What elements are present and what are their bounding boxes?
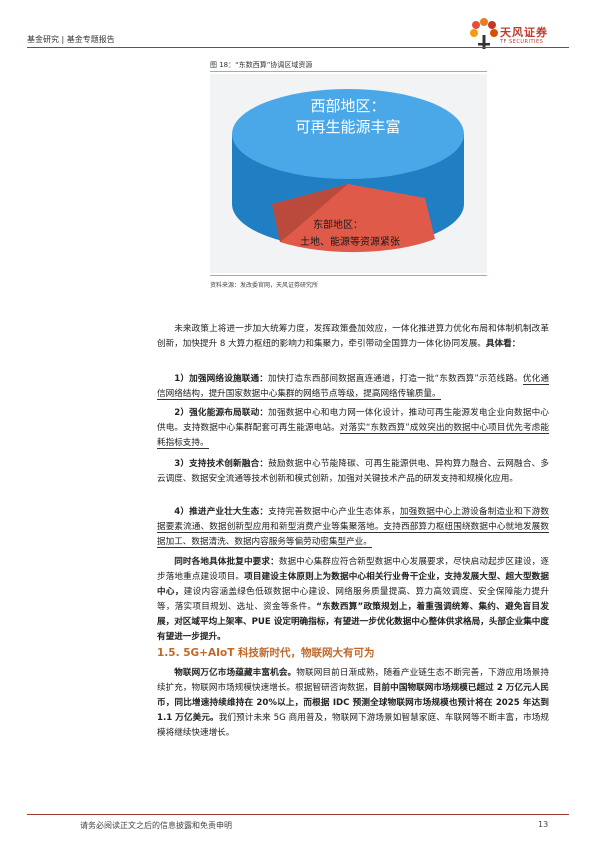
- item-energy-paragraph: 2）强化能源布局联动：加强数据中心和电力网一体化设计，推动可再生能源发电企业向数…: [157, 406, 549, 451]
- iot-paragraph: 物联网万亿市场蕴藏丰富机会。物联网目前日渐成熟，随着产业链生态不断完善，下游应用…: [157, 666, 549, 741]
- approval-title: 同时各地具体批复中要求：: [174, 557, 279, 567]
- logo-subtext: TF SECURITIES: [500, 39, 544, 45]
- east-label-line1: 东部地区：: [313, 218, 363, 231]
- figure-top-rule: [210, 71, 487, 72]
- figure-title: 图 18：“东数西算”协调区域资源: [210, 61, 313, 69]
- figure-bottom-rule: [210, 275, 487, 276]
- intro-paragraph: 未来政策上将进一步加大统筹力度，发挥政策叠加效应，一体化推进算力优化布局和体制机…: [157, 322, 549, 352]
- approval-paragraph: 同时各地具体批复中要求：数据中心集群应符合新型数据中心发展要求，尽快启动起步区建…: [157, 555, 549, 645]
- item-industry-paragraph: 4）推进产业壮大生态：支持完善数据中心产业生态体系，加强数据中心上游设备制造业和…: [157, 505, 549, 550]
- item-network-paragraph: 1）加强网络设施联通：加快打造东西部间数据直连通道，打造一批“东数西算”示范线路…: [157, 372, 549, 402]
- west-label-line2: 可再生能源丰富: [295, 118, 400, 136]
- section-heading: 1.5. 5G+AIoT 科技新时代，物联网大有可为: [157, 647, 375, 659]
- intro-bold: 具体看：: [485, 339, 521, 349]
- west-label-line1: 西部地区：: [310, 97, 385, 115]
- item-network-text: 加快打造东西部间数据直连通道，打造一批“东数西算”示范线路。: [268, 374, 523, 384]
- item-tech-paragraph: 3）支持技术创新融合：鼓励数据中心节能降碳、可再生能源供电、异构算力融合、云网融…: [157, 457, 549, 487]
- footer-disclaimer: 请务必阅读正文之后的信息披露和免责申明: [80, 821, 232, 830]
- item-tech-title: 3）支持技术创新融合：: [174, 459, 269, 469]
- cylinder-diagram: 西部地区： 可再生能源丰富 东部地区： 土地、能源等资源紧张: [232, 89, 464, 253]
- report-type: 基金研究 | 基金专题报告: [27, 35, 115, 44]
- figure-image: 西部地区： 可再生能源丰富 东部地区： 土地、能源等资源紧张: [210, 74, 487, 273]
- figure-source: 资料来源：发改委官网，天风证券研究所: [210, 282, 319, 289]
- iot-title: 物联网万亿市场蕴藏丰富机会。: [174, 668, 297, 678]
- item-energy-title: 2）强化能源布局联动：: [174, 408, 269, 418]
- page-number: 13: [538, 820, 549, 829]
- item-industry-title: 4）推进产业壮大生态：: [174, 507, 269, 517]
- header-divider: [27, 47, 569, 48]
- item-industry-text: 支持完善数据中心产业生态体系，: [268, 507, 400, 517]
- logo-text: 天风证券: [500, 26, 548, 39]
- footer-divider: [27, 814, 569, 815]
- east-label-line2: 土地、能源等资源紧张: [300, 235, 400, 248]
- item-network-title: 1）加强网络设施联通：: [174, 374, 269, 384]
